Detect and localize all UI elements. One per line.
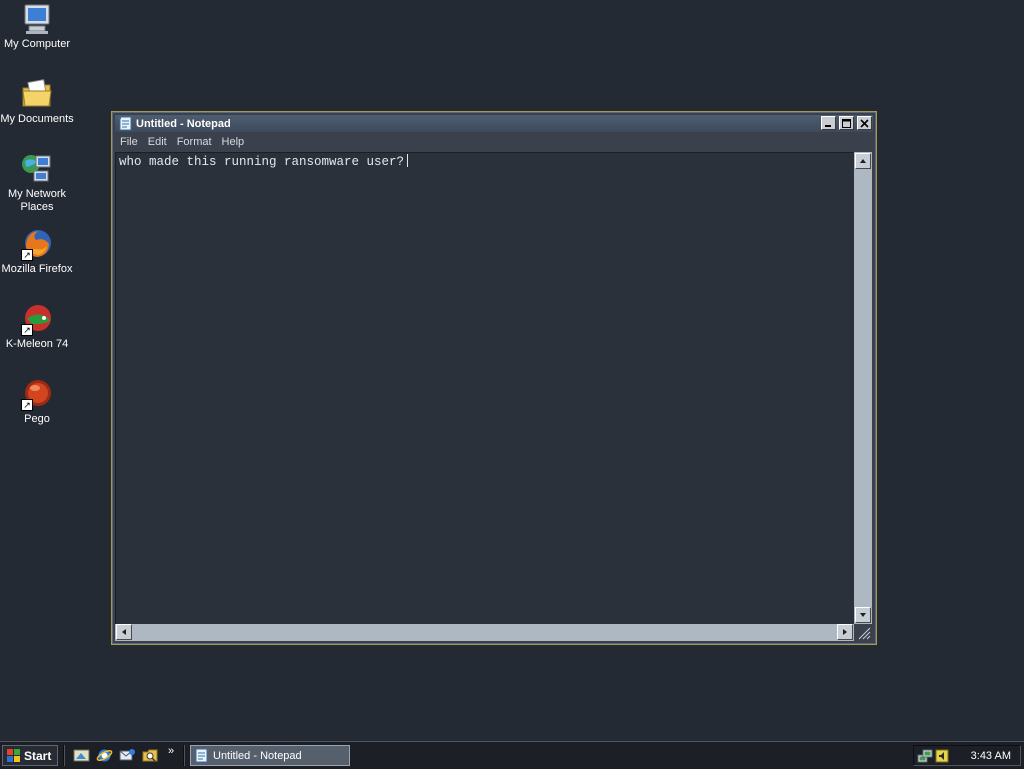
- menu-format[interactable]: Format: [172, 133, 217, 151]
- scroll-left-button[interactable]: [116, 624, 132, 640]
- scroll-up-button[interactable]: [855, 153, 871, 169]
- notepad-icon: [195, 748, 208, 763]
- text-editor[interactable]: who made this running ransomware user?: [115, 152, 854, 624]
- scroll-down-button[interactable]: [855, 607, 871, 623]
- shortcut-arrow-icon: ↗: [21, 324, 33, 336]
- editor-text: who made this running ransomware user?: [119, 155, 405, 169]
- vertical-scrollbar[interactable]: [854, 152, 872, 624]
- scroll-right-button[interactable]: [837, 624, 853, 640]
- maximize-button[interactable]: [839, 116, 854, 130]
- taskbar-separator: [183, 745, 185, 766]
- shortcut-arrow-icon: ↗: [21, 399, 33, 411]
- notepad-icon[interactable]: [118, 116, 133, 131]
- taskbar: Start » Untitled - Notepad 3:43 AM: [0, 741, 1024, 769]
- taskbar-button-notepad[interactable]: Untitled - Notepad: [190, 745, 350, 766]
- resize-grip-icon: [858, 627, 871, 640]
- firefox-icon: ↗: [20, 227, 54, 261]
- k-meleon-icon: ↗: [20, 302, 54, 336]
- outlook-express-icon[interactable]: [119, 747, 136, 764]
- show-desktop-icon[interactable]: [73, 747, 90, 764]
- desktop-icon-label: Mozilla Firefox: [1, 263, 73, 275]
- arrow-up-icon: [860, 159, 866, 163]
- notepad-window[interactable]: Untitled - Notepad File Edit Format Help wh…: [111, 111, 877, 645]
- desktop-icon-mozilla-firefox[interactable]: ↗ Mozilla Firefox: [0, 227, 74, 276]
- menu-help[interactable]: Help: [217, 133, 250, 151]
- start-label: Start: [24, 748, 52, 763]
- close-button[interactable]: [857, 116, 872, 130]
- folder-search-icon[interactable]: [142, 747, 159, 764]
- start-button[interactable]: Start: [2, 745, 58, 766]
- desktop-icon-label: My Documents: [0, 113, 74, 125]
- resize-grip[interactable]: [854, 624, 872, 641]
- network-connection-icon[interactable]: [917, 748, 933, 764]
- text-caret: [407, 154, 409, 167]
- desktop-icon-my-computer[interactable]: My Computer: [0, 2, 74, 51]
- system-clock: 3:43 AM: [970, 750, 1011, 762]
- arrow-down-icon: [860, 613, 866, 617]
- internet-explorer-icon[interactable]: [96, 747, 113, 764]
- desktop-icon-label: My Computer: [3, 38, 71, 50]
- arrow-right-icon: [843, 629, 847, 635]
- close-icon: [860, 118, 869, 128]
- horizontal-scrollbar[interactable]: [115, 624, 854, 641]
- system-tray: 3:43 AM: [913, 745, 1021, 766]
- maximize-icon: [842, 118, 851, 128]
- minimize-button[interactable]: [821, 116, 836, 130]
- taskbar-separator: [63, 745, 65, 766]
- windows-logo-icon: [7, 748, 20, 762]
- pego-icon: ↗: [20, 377, 54, 411]
- menu-edit[interactable]: Edit: [143, 133, 172, 151]
- desktop-icon-pego[interactable]: ↗ Pego: [0, 377, 74, 426]
- arrow-left-icon: [122, 629, 126, 635]
- quick-launch-overflow[interactable]: »: [168, 745, 174, 757]
- computer-icon: [20, 2, 54, 36]
- menu-file[interactable]: File: [115, 133, 143, 151]
- desktop-icon-label: K-Meleon 74: [5, 338, 69, 350]
- shortcut-arrow-icon: ↗: [21, 249, 33, 261]
- title-bar[interactable]: Untitled - Notepad: [115, 115, 873, 132]
- volume-tray-icon[interactable]: [934, 748, 950, 764]
- desktop-icon-k-meleon[interactable]: ↗ K-Meleon 74: [0, 302, 74, 351]
- desktop-icon-my-network-places[interactable]: My Network Places: [0, 152, 74, 214]
- window-title: Untitled - Notepad: [136, 118, 231, 130]
- desktop-icon-label: My Network Places: [7, 188, 67, 213]
- network-places-icon: [20, 152, 54, 186]
- documents-folder-icon: [20, 77, 54, 111]
- desktop-icon-label: Pego: [24, 413, 50, 425]
- taskbar-button-label: Untitled - Notepad: [213, 749, 302, 762]
- minimize-icon: [825, 124, 831, 127]
- desktop-icon-my-documents[interactable]: My Documents: [0, 77, 74, 126]
- menu-bar: File Edit Format Help: [115, 133, 873, 151]
